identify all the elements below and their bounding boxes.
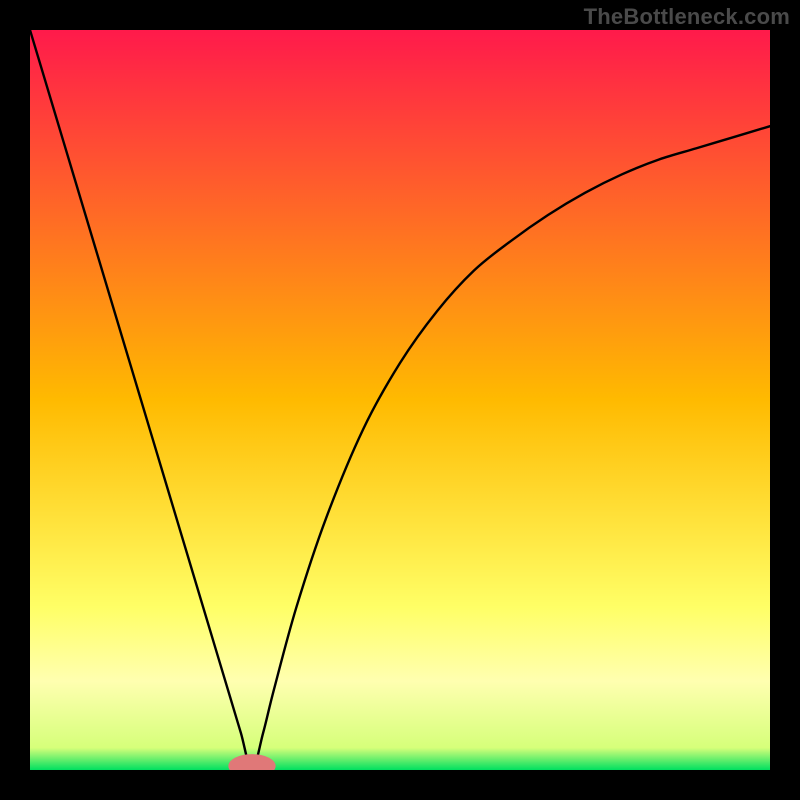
watermark-text: TheBottleneck.com <box>584 4 790 30</box>
chart-frame: TheBottleneck.com <box>0 0 800 800</box>
plot-area <box>30 30 770 770</box>
chart-svg <box>30 30 770 770</box>
